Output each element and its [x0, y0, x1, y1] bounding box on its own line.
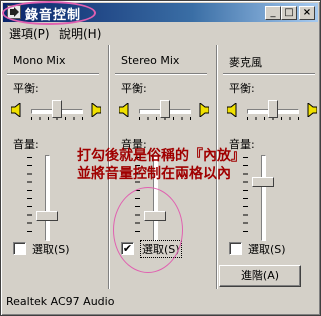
status-text: Realtek AC97 Audio	[6, 295, 115, 308]
left-speaker-icon	[10, 101, 25, 119]
column-title: Stereo Mix	[121, 54, 180, 67]
advanced-button[interactable]: 進階(A)	[219, 265, 301, 287]
balance-slider[interactable]	[118, 100, 211, 122]
divider	[115, 73, 207, 75]
menu-bar: 選項(P) 說明(H)	[3, 23, 318, 41]
balance-label: 平衡:	[229, 82, 255, 95]
select-label: 選取(S)	[248, 243, 286, 256]
minimize-button[interactable]: _	[265, 6, 281, 20]
balance-thumb[interactable]	[160, 100, 170, 118]
recording-control-window: 錄音控制 _ □ × 選項(P) 說明(H) Mono Mix 平衡: 音量: …	[0, 0, 321, 316]
annotation-line-2: 並將音量控制在兩格以內	[77, 166, 231, 182]
balance-thumb[interactable]	[268, 100, 278, 118]
column-title: 麥克風	[229, 56, 262, 69]
select-checkbox[interactable]	[229, 242, 242, 255]
volume-thumb[interactable]	[36, 211, 58, 221]
right-speaker-icon	[195, 101, 210, 119]
select-checkbox[interactable]	[13, 242, 26, 255]
title-highlight-ring	[2, 1, 96, 25]
divider	[223, 73, 315, 75]
left-speaker-icon	[226, 101, 241, 119]
right-speaker-icon	[303, 101, 318, 119]
volume-slider[interactable]	[23, 155, 73, 241]
highlight-ring	[113, 187, 183, 273]
maximize-button[interactable]: □	[281, 6, 297, 20]
balance-slider[interactable]	[226, 100, 319, 122]
select-label: 選取(S)	[32, 243, 70, 256]
close-button[interactable]: ×	[299, 6, 315, 20]
menu-options[interactable]: 選項(P)	[9, 25, 50, 42]
balance-label: 平衡:	[121, 82, 147, 95]
left-speaker-icon	[118, 101, 133, 119]
menu-help[interactable]: 說明(H)	[59, 25, 101, 42]
right-speaker-icon	[87, 101, 102, 119]
volume-slider[interactable]	[239, 155, 289, 241]
column-title: Mono Mix	[13, 54, 66, 67]
status-bar: Realtek AC97 Audio	[3, 291, 318, 313]
volume-thumb[interactable]	[252, 177, 274, 187]
annotation-text: 打勾後就是俗稱的『內放』 並將音量控制在兩格以內	[77, 147, 245, 183]
annotation-line-1: 打勾後就是俗稱的『內放』	[77, 148, 245, 164]
divider	[7, 73, 99, 75]
balance-slider[interactable]	[10, 100, 103, 122]
title-bar[interactable]: 錄音控制 _ □ ×	[2, 1, 318, 25]
balance-thumb[interactable]	[52, 100, 62, 118]
volume-label: 音量:	[13, 138, 39, 151]
balance-label: 平衡:	[13, 82, 39, 95]
